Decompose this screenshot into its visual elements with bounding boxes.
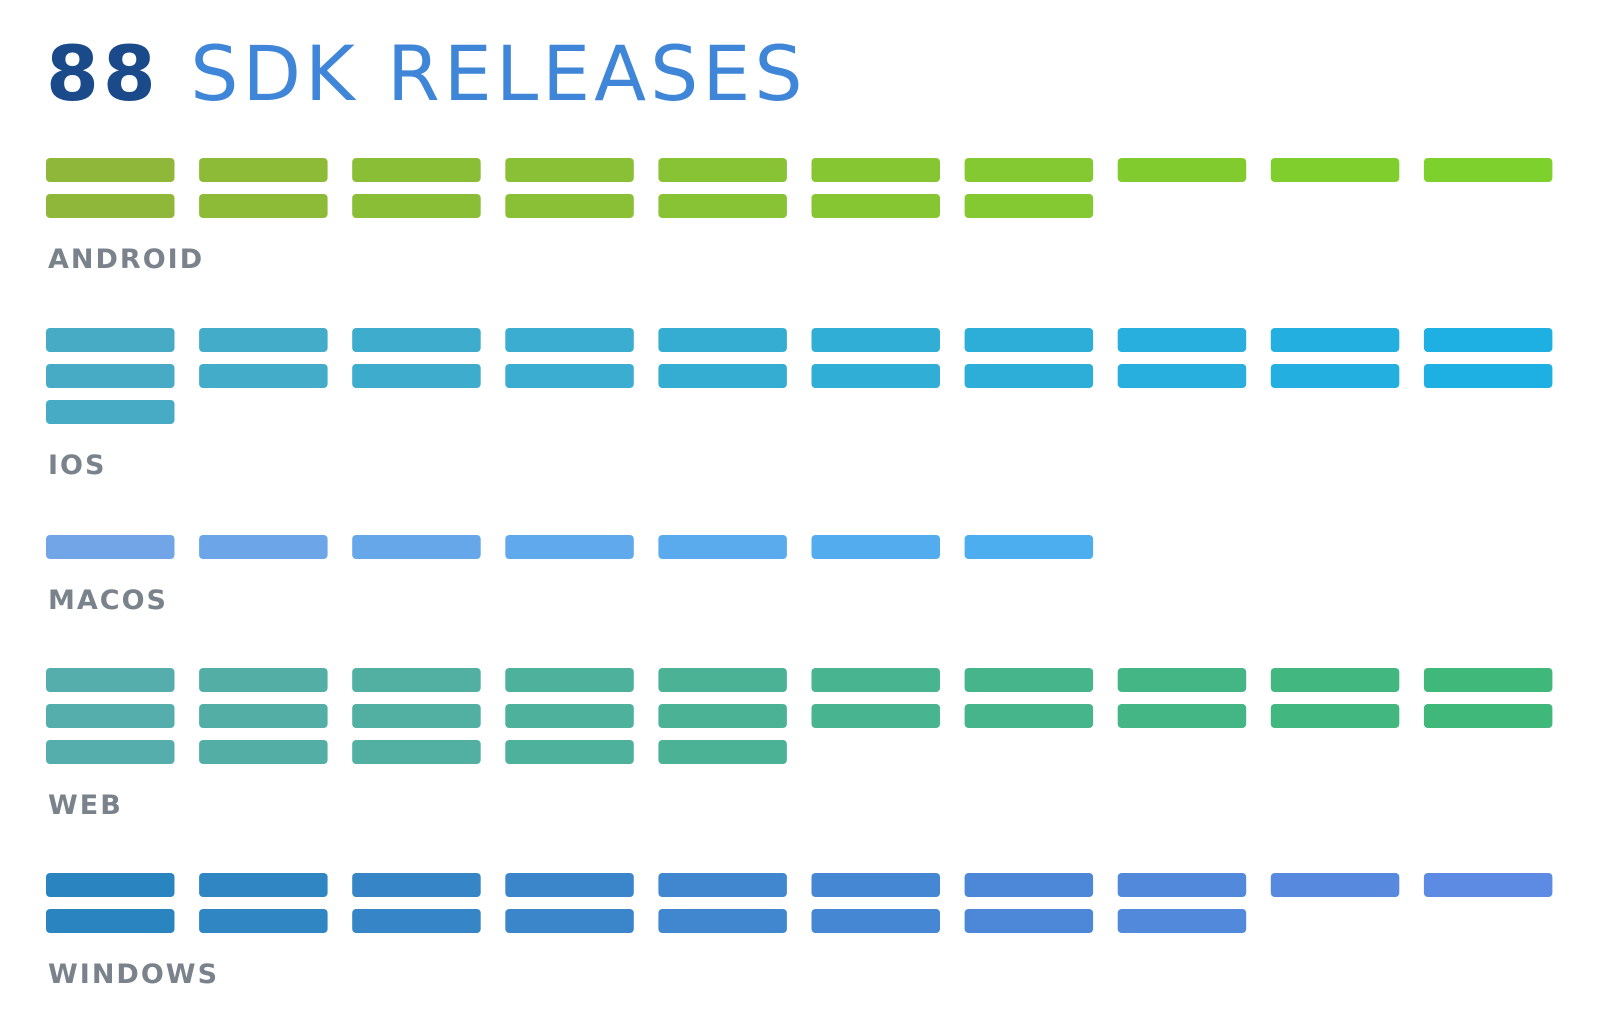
release-unit (964, 909, 1094, 933)
release-unit (199, 873, 328, 897)
release-unit (811, 364, 940, 388)
release-unit (352, 909, 481, 933)
release-unit (658, 535, 787, 559)
release-unit (505, 704, 634, 728)
release-unit (505, 194, 634, 218)
group-label-ios: IOS (48, 450, 106, 481)
release-unit (1270, 704, 1400, 728)
release-unit (352, 158, 481, 182)
group-windows: WINDOWS (46, 873, 1553, 990)
release-unit (505, 364, 634, 388)
release-unit (964, 873, 1094, 897)
release-unit (46, 704, 175, 728)
release-unit (46, 194, 175, 218)
release-unit (658, 704, 787, 728)
release-unit (658, 364, 787, 388)
release-unit (1117, 909, 1247, 933)
release-unit (199, 328, 328, 352)
release-unit (658, 158, 787, 182)
group-label-web: WEB (48, 790, 123, 821)
release-unit (964, 328, 1094, 352)
release-unit (352, 704, 481, 728)
release-unit (352, 740, 481, 764)
release-unit (964, 704, 1094, 728)
release-unit (658, 740, 787, 764)
release-unit (1270, 364, 1400, 388)
release-unit (199, 535, 328, 559)
release-unit (199, 909, 328, 933)
release-unit (1423, 364, 1553, 388)
release-unit (964, 364, 1094, 388)
release-unit (46, 535, 175, 559)
release-unit (964, 535, 1094, 559)
release-unit (1423, 668, 1553, 692)
release-unit (352, 668, 481, 692)
release-unit (811, 158, 940, 182)
release-unit (46, 400, 175, 424)
release-unit (46, 364, 175, 388)
sdk-releases-chart: ANDROID IOS MACOS WEB WINDOWS (46, 158, 1553, 990)
release-unit (964, 668, 1094, 692)
group-ios: IOS (46, 328, 1553, 481)
release-unit (505, 668, 634, 692)
release-unit (505, 740, 634, 764)
group-android: ANDROID (46, 158, 1553, 275)
release-unit (1270, 158, 1400, 182)
release-unit (1117, 704, 1247, 728)
release-unit (505, 158, 634, 182)
release-unit (1423, 873, 1553, 897)
release-unit (658, 909, 787, 933)
group-label-android: ANDROID (48, 244, 204, 275)
release-unit (658, 873, 787, 897)
release-unit (352, 873, 481, 897)
release-unit (199, 158, 328, 182)
release-unit (46, 873, 175, 897)
release-unit (1423, 704, 1553, 728)
release-unit (352, 535, 481, 559)
release-unit (1117, 873, 1247, 897)
release-unit (811, 704, 940, 728)
release-unit (1270, 328, 1400, 352)
release-unit (811, 909, 940, 933)
release-unit (658, 328, 787, 352)
release-unit (1423, 328, 1553, 352)
release-unit (199, 704, 328, 728)
release-unit (1117, 158, 1247, 182)
release-unit (1117, 328, 1247, 352)
release-unit (1423, 158, 1553, 182)
release-unit (811, 668, 940, 692)
release-unit (1270, 668, 1400, 692)
release-unit (1270, 873, 1400, 897)
group-macos: MACOS (46, 535, 1094, 616)
release-unit (46, 328, 175, 352)
release-unit (46, 668, 175, 692)
release-unit (199, 194, 328, 218)
release-unit (811, 873, 940, 897)
release-unit (505, 909, 634, 933)
release-unit (1117, 668, 1247, 692)
release-unit (352, 194, 481, 218)
release-unit (811, 535, 940, 559)
release-unit (352, 364, 481, 388)
release-unit (199, 740, 328, 764)
release-unit (505, 328, 634, 352)
release-unit (811, 328, 940, 352)
release-unit (658, 668, 787, 692)
release-unit (199, 364, 328, 388)
release-unit (1117, 364, 1247, 388)
group-label-macos: MACOS (48, 585, 168, 616)
release-unit (658, 194, 787, 218)
group-label-windows: WINDOWS (48, 959, 219, 990)
release-unit (964, 158, 1094, 182)
release-unit (505, 535, 634, 559)
release-unit (811, 194, 940, 218)
release-unit (46, 158, 175, 182)
release-unit (505, 873, 634, 897)
release-unit (46, 740, 175, 764)
release-unit (964, 194, 1094, 218)
group-web: WEB (46, 668, 1553, 821)
release-unit (46, 909, 175, 933)
release-unit (352, 328, 481, 352)
release-unit (199, 668, 328, 692)
